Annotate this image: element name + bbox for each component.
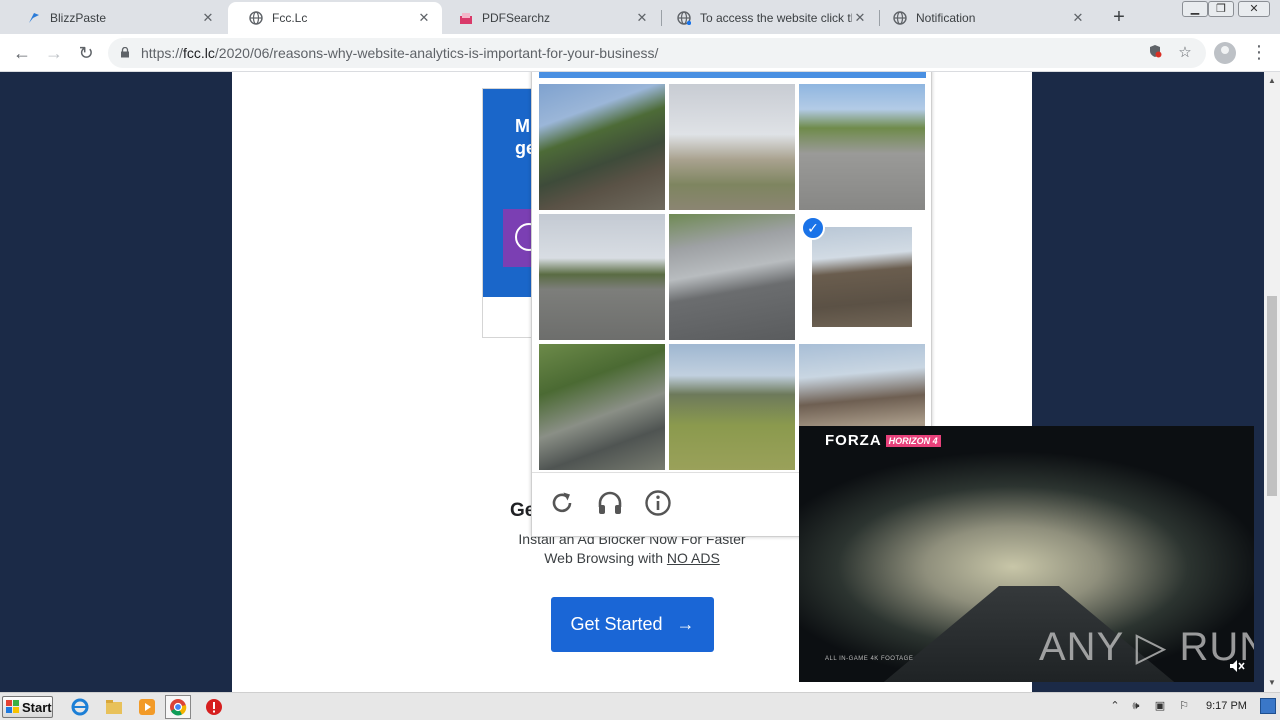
info-icon[interactable] — [644, 489, 672, 517]
url-text: https://fcc.lc/2020/06/reasons-why-websi… — [141, 45, 658, 61]
audio-headphones-icon[interactable] — [596, 489, 624, 517]
globe-icon — [676, 10, 692, 26]
chrome-taskbar-icon[interactable] — [165, 695, 191, 719]
security-alert-icon[interactable] — [204, 697, 224, 717]
network-icon[interactable]: ▣ — [1153, 699, 1167, 713]
arrow-right-icon: → — [676, 614, 695, 634]
url-path: /2020/06/reasons-why-website-analytics-i… — [214, 45, 659, 61]
web-page: M ge Ge Install an Ad Blocker Now For Fa… — [0, 72, 1264, 692]
close-tab-icon[interactable]: ✕ — [416, 10, 432, 26]
url-host: fcc.lc — [183, 45, 215, 61]
tab-pdfsearchz[interactable]: PDFSearchz ✕ — [438, 2, 660, 34]
new-tab-plus-icon[interactable]: + — [1108, 6, 1130, 28]
tile-image — [799, 84, 925, 210]
tab-notification[interactable]: Notification ✕ — [872, 2, 1096, 34]
video-footnote: ALL IN-GAME 4K FOOTAGE — [825, 656, 914, 662]
captcha-tile-1[interactable] — [539, 84, 665, 210]
tile-image — [669, 84, 795, 210]
captcha-tile-2[interactable] — [669, 84, 795, 210]
action-center-flag-icon[interactable]: ⚐ — [1177, 699, 1191, 713]
reload-icon[interactable] — [548, 489, 576, 517]
screen: { "browser": { "tabs": [ {"title": "Bliz… — [0, 0, 1280, 720]
anyrun-watermark: ANY ▷ RUN — [1039, 625, 1254, 669]
captcha-tile-6[interactable]: ✓ — [799, 214, 925, 340]
tab-title: PDFSearchz — [482, 11, 551, 25]
forza-subtitle: HORIZON 4 — [885, 434, 941, 447]
tile-image — [669, 214, 795, 340]
reload-icon[interactable]: ↻ — [74, 41, 98, 65]
taskbar-clock[interactable]: 9:17 PM — [1206, 700, 1247, 712]
media-player-icon[interactable] — [137, 697, 157, 717]
browser-toolbar: ← → ↻ https://fcc.lc/2020/06/reasons-why… — [0, 34, 1280, 72]
tile-image — [669, 344, 795, 470]
forward-arrow-icon[interactable]: → — [42, 41, 66, 65]
globe-icon — [892, 10, 908, 26]
windows-taskbar: Start ⌃ 🕪 ▣ ⚐ 9:17 PM — [0, 692, 1280, 720]
close-tab-icon[interactable]: ✕ — [852, 10, 868, 26]
internet-explorer-icon[interactable] — [70, 697, 90, 717]
show-desktop-icon[interactable] — [1260, 698, 1276, 714]
volume-icon[interactable]: 🕪 — [1129, 699, 1143, 713]
globe-icon — [248, 10, 264, 26]
windows-logo-icon — [6, 700, 19, 713]
captcha-tile-5[interactable] — [669, 214, 795, 340]
mute-icon[interactable] — [1229, 658, 1245, 674]
lock-icon — [121, 47, 129, 58]
blizzpaste-favicon — [26, 10, 42, 26]
promo-sub-prefix: Web Browsing with — [544, 550, 667, 566]
start-button[interactable]: Start — [2, 696, 53, 718]
file-explorer-icon[interactable] — [104, 697, 124, 717]
forza-brand: FORZA — [825, 432, 882, 449]
tab-to-access[interactable]: To access the website click the ' ✕ — [656, 2, 878, 34]
promo-sub-line2: Web Browsing with NO ADS — [504, 549, 760, 568]
tab-title: BlizzPaste — [50, 11, 107, 25]
minimize-window-icon[interactable]: ▁ — [1182, 1, 1208, 17]
back-arrow-icon[interactable]: ← — [10, 41, 34, 65]
no-ads-link[interactable]: NO ADS — [667, 550, 720, 566]
get-started-button[interactable]: Get Started → — [551, 597, 714, 652]
tile-image — [812, 227, 912, 327]
profile-avatar-icon[interactable] — [1214, 42, 1236, 64]
address-bar[interactable]: https://fcc.lc/2020/06/reasons-why-websi… — [108, 38, 1206, 68]
get-started-label: Get Started — [570, 614, 663, 634]
captcha-tile-7[interactable] — [539, 344, 665, 470]
forza-logo: FORZA HORIZON 4 — [825, 432, 941, 449]
tile-image — [539, 344, 665, 470]
pdfsearchz-favicon — [458, 10, 474, 26]
close-tab-icon[interactable]: ✕ — [634, 10, 650, 26]
video-ad[interactable]: FORZA HORIZON 4 ALL IN-GAME 4K FOOTAGE A… — [799, 426, 1254, 682]
tab-blizzpaste[interactable]: BlizzPaste ✕ — [6, 2, 226, 34]
tray-expand-icon[interactable]: ⌃ — [1108, 699, 1122, 713]
start-label: Start — [22, 699, 52, 715]
tab-fcc-lc[interactable]: Fcc.Lc ✕ — [228, 2, 442, 34]
scrollbar-thumb[interactable] — [1267, 296, 1277, 496]
bookmark-star-icon[interactable]: ☆ — [1176, 44, 1194, 62]
tab-strip: BlizzPaste ✕ Fcc.Lc ✕ PDFSearchz ✕ To ac… — [0, 0, 1280, 34]
tile-image — [539, 214, 665, 340]
captcha-header — [539, 72, 926, 78]
scroll-up-arrow-icon[interactable]: ▲ — [1264, 74, 1280, 88]
close-tab-icon[interactable]: ✕ — [200, 10, 216, 26]
page-scrollbar[interactable]: ▲ ▼ — [1264, 72, 1280, 692]
tile-image — [539, 84, 665, 210]
url-scheme: https:// — [141, 45, 184, 61]
scroll-down-arrow-icon[interactable]: ▼ — [1264, 676, 1280, 690]
close-tab-icon[interactable]: ✕ — [1070, 10, 1086, 26]
tab-title: Fcc.Lc — [272, 11, 308, 25]
captcha-tile-4[interactable] — [539, 214, 665, 340]
selected-check-icon: ✓ — [801, 216, 825, 240]
tab-title: To access the website click the ' — [700, 11, 852, 25]
menu-dots-icon[interactable]: ⋮ — [1250, 42, 1268, 64]
captcha-tile-3[interactable] — [799, 84, 925, 210]
restore-window-icon[interactable]: ❐ — [1208, 1, 1234, 17]
captcha-tile-8[interactable] — [669, 344, 795, 470]
blocked-content-icon[interactable] — [1146, 44, 1164, 62]
tab-title: Notification — [916, 11, 976, 25]
close-window-icon[interactable]: ✕ — [1238, 1, 1270, 17]
